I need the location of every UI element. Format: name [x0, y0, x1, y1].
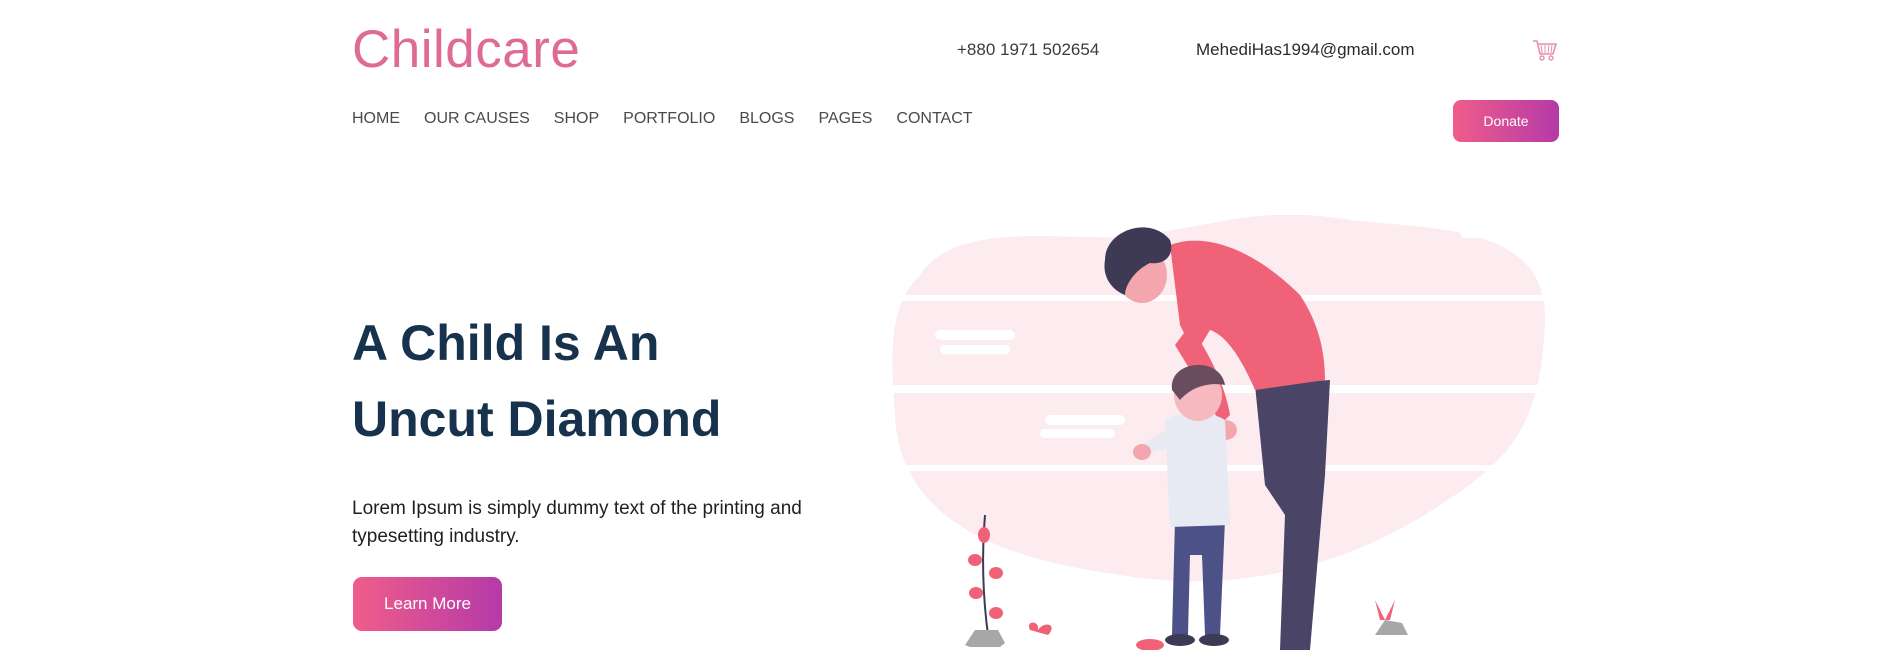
nav-item-our-causes[interactable]: OUR CAUSES — [424, 110, 530, 128]
hero-title-line-1: A Child Is An — [352, 315, 660, 371]
main-nav: HOME OUR CAUSES SHOP PORTFOLIO BLOGS PAG… — [352, 110, 997, 128]
plant-leaf — [989, 607, 1003, 619]
cart-icon[interactable] — [1531, 36, 1559, 64]
nav-item-pages[interactable]: PAGES — [818, 110, 872, 128]
rock — [965, 630, 1005, 647]
father-shoe — [1136, 639, 1164, 650]
nav-item-contact[interactable]: CONTACT — [896, 110, 972, 128]
sprout — [1375, 600, 1395, 620]
child-shoe — [1165, 634, 1195, 646]
small-plant — [1028, 622, 1052, 635]
cloud — [940, 345, 1010, 354]
hero-illustration — [880, 215, 1560, 650]
plant-leaf — [978, 527, 990, 543]
plant-leaf — [989, 567, 1003, 579]
page: Childcare +880 1971 502654 MehediHas1994… — [0, 0, 1900, 650]
cloud — [1045, 415, 1125, 425]
rock — [1375, 620, 1408, 635]
site-logo[interactable]: Childcare — [352, 18, 580, 82]
hero-title-line-2: Uncut Diamond — [352, 391, 722, 447]
nav-item-portfolio[interactable]: PORTFOLIO — [623, 110, 715, 128]
learn-more-button[interactable]: Learn More — [353, 577, 502, 631]
hero-title: A Child Is An Uncut Diamond — [352, 305, 872, 457]
child-hand — [1133, 444, 1151, 460]
plant-leaf — [969, 587, 983, 599]
donate-button[interactable]: Donate — [1453, 100, 1559, 142]
contact-phone: +880 1971 502654 — [957, 40, 1100, 59]
plant-leaf — [968, 554, 982, 566]
nav-item-home[interactable]: HOME — [352, 110, 400, 128]
cloud — [1040, 429, 1115, 438]
contact-email: MehediHas1994@gmail.com — [1196, 40, 1415, 59]
cloud — [1460, 230, 1530, 238]
cloud — [935, 330, 1015, 340]
nav-item-shop[interactable]: SHOP — [554, 110, 599, 128]
nav-item-blogs[interactable]: BLOGS — [739, 110, 794, 128]
hero-description: Lorem Ipsum is simply dummy text of the … — [352, 498, 802, 547]
child-shoe — [1199, 634, 1229, 646]
child-shirt — [1165, 412, 1230, 527]
